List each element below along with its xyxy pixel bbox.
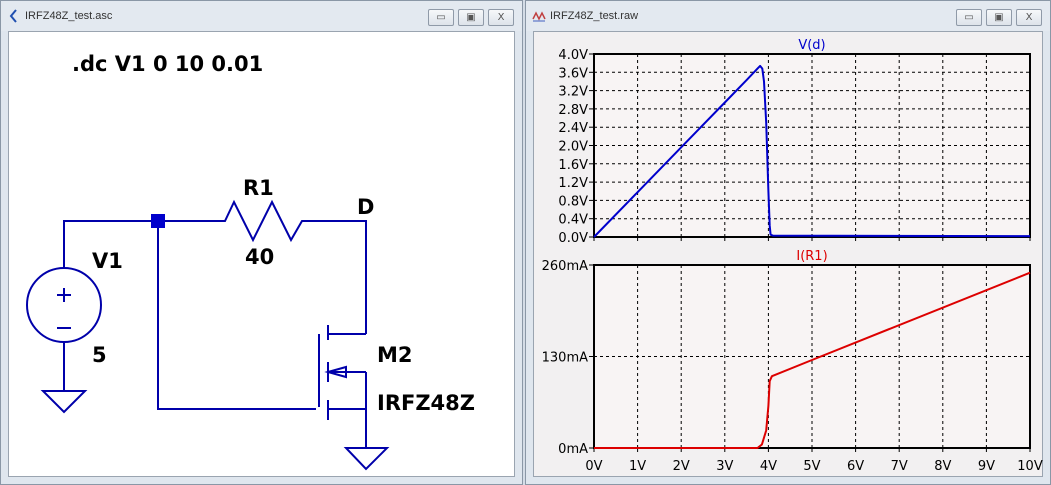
x-tick-label: 2V [673, 459, 690, 474]
y-tick-label: 0.8V [558, 194, 588, 209]
y-tick-label: 2.4V [558, 121, 588, 136]
x-tick-label: 7V [891, 459, 908, 474]
trace-title[interactable]: V(d) [798, 38, 825, 53]
y-tick-label: 1.2V [558, 176, 588, 191]
y-tick-label: 0.4V [558, 213, 588, 228]
x-tick-label: 6V [847, 459, 864, 474]
waveform-plots: 0.0V 0.4V 0.8V 1.2V 1.6V 2.0V 2.4V 2.8V 3.2V 3.6V… [542, 38, 1043, 474]
y-tick-label: 4.0V [558, 48, 588, 63]
y-tick-label: 3.6V [558, 66, 588, 81]
y-tick-label: 2.8V [558, 103, 588, 118]
y-tick-label: 2.0V [558, 140, 588, 155]
x-tick-label: 3V [716, 459, 733, 474]
x-tick-label: 0V [585, 459, 602, 474]
y-tick-label: 0.0V [558, 231, 588, 246]
chart-0: 0.0V 0.4V 0.8V 1.2V 1.6V 2.0V 2.4V 2.8V 3.2V 3.6V… [558, 38, 1031, 246]
x-tick-label: 9V [978, 459, 995, 474]
x-tick-label: 10V [1017, 459, 1043, 474]
chart-1: 0V 1V 2V 3V 4V 5V 6V 7V 8V 9V 10V 0mA 130mA 260mA I(R1… [542, 249, 1043, 474]
x-tick-label: 5V [803, 459, 820, 474]
trace-title[interactable]: I(R1) [796, 249, 827, 264]
y-tick-label: 3.2V [558, 85, 588, 100]
y-tick-label: 0mA [558, 442, 588, 457]
x-tick-label: 8V [934, 459, 951, 474]
y-tick-label: 260mA [542, 259, 588, 274]
x-tick-label: 4V [760, 459, 777, 474]
y-tick-label: 1.6V [558, 158, 588, 173]
y-tick-label: 130mA [542, 351, 588, 366]
x-tick-label: 1V [629, 459, 646, 474]
